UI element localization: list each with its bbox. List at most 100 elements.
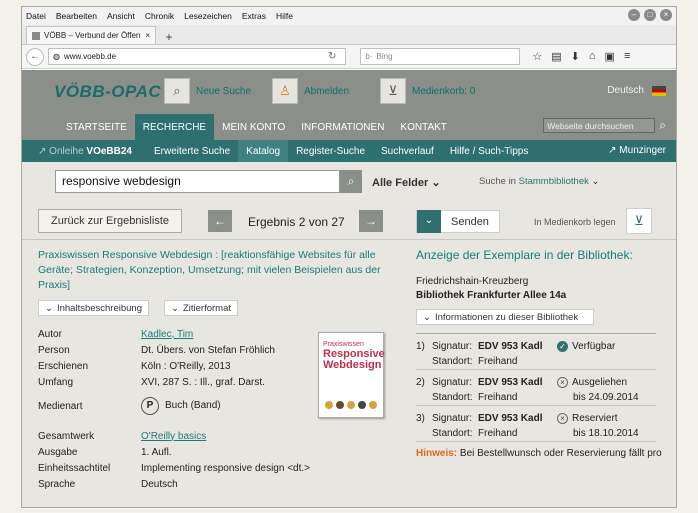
series-link[interactable]: O'Reilly basics (141, 431, 206, 442)
onleihe-prefix: Onleihe (49, 145, 84, 157)
menu-datei[interactable]: Datei (26, 11, 46, 21)
meta-value: XVI, 287 S. : Ill., graf. Darst. (141, 376, 265, 388)
home-icon[interactable]: ⌂ (589, 50, 596, 63)
meta-value: Köln : O'Reilly, 2013 (141, 360, 231, 372)
cite-button[interactable]: ⌄ Zitierformat (164, 300, 239, 316)
clipboard-icon[interactable]: ▤ (551, 50, 561, 63)
status-text: Reserviert (572, 413, 618, 424)
signature-value: EDV 953 Kadl (478, 341, 543, 352)
menu-extras[interactable]: Extras (242, 11, 266, 21)
copy-row: 2) Signatur: Standort: EDV 953 Kadl Frei… (416, 370, 656, 406)
add-to-cart-basket-icon[interactable]: ⊻ (626, 208, 652, 234)
search-scope-dropdown[interactable]: Suche in Stammbibliothek ⌄ (479, 176, 599, 187)
menu-hilfe[interactable]: Hilfe (276, 11, 293, 21)
minimize-icon[interactable]: – (628, 9, 640, 21)
cart-button[interactable]: ⊻ Medienkorb: 0 (380, 78, 475, 104)
cover-line3: Webdesign (323, 359, 382, 371)
district-label: Friedrichshain-Kreuzberg (416, 276, 529, 287)
status-text: Ausgeliehen (572, 377, 628, 388)
branch-info: Friedrichshain-Kreuzberg Bibliothek Fran… (416, 276, 656, 301)
search-row: responsive webdesign ⌕ Alle Felder ⌄ Suc… (22, 162, 676, 204)
menu-lesezeichen[interactable]: Lesezeichen (184, 11, 232, 21)
new-search-button[interactable]: ⌕ Neue Suche (164, 78, 251, 104)
sub-nav: ↗ Onleihe VOeBB24 Erweiterte Suche Katal… (22, 140, 676, 162)
fields-dropdown[interactable]: Alle Felder ⌄ (372, 176, 441, 189)
nav-mein-konto[interactable]: MEIN KONTO (214, 114, 293, 140)
tab-erweiterte-suche[interactable]: Erweiterte Suche (146, 140, 238, 162)
next-result-icon[interactable]: → (359, 210, 383, 232)
status-date: bis 18.10.2014 (573, 428, 639, 439)
tab-hilfe[interactable]: Hilfe / Such-Tipps (442, 140, 537, 162)
meta-row: Person Dt. Übers. von Stefan Fröhlich (38, 342, 310, 358)
tab-close-icon[interactable]: × (145, 31, 150, 40)
meta-value: 1. Aufl. (141, 446, 172, 458)
record-meta: Autor Kadlec, Tim Person Dt. Übers. von St… (38, 326, 310, 492)
nav-startseite[interactable]: STARTSEITE (58, 114, 135, 140)
download-icon[interactable]: ⬇ (571, 50, 580, 63)
copy-number: 2) (416, 377, 425, 388)
meta-row: Sprache Deutsch (38, 476, 310, 492)
library-info-label: Informationen zu dieser Bibliothek (434, 311, 579, 323)
logout-button[interactable]: ♙ Abmelden (272, 78, 349, 104)
onleihe-link[interactable]: ↗ Onleihe VOeBB24 (38, 146, 132, 157)
chevron-down-icon: ⌄ (171, 302, 179, 314)
browser-search-input[interactable]: b· Bing (360, 48, 521, 65)
send-button[interactable]: ⌄ Senden (416, 210, 500, 233)
chevron-down-icon: ⌄ (45, 302, 53, 314)
language-selector[interactable]: Deutsch (607, 85, 666, 96)
location-value: Freihand (478, 428, 518, 439)
cite-label: Zitierformat (182, 302, 232, 314)
menu-ansicht[interactable]: Ansicht (107, 11, 135, 21)
record-title[interactable]: Praxiswissen Responsive Webdesign : [rea… (38, 248, 383, 293)
location-label: Standort: (432, 428, 473, 439)
prev-result-icon[interactable]: ← (208, 210, 232, 232)
catalog-search-input[interactable]: responsive webdesign (55, 170, 340, 193)
record-content: Praxiswissen Responsive Webdesign : [rea… (22, 240, 676, 490)
menu-chronik[interactable]: Chronik (145, 11, 174, 21)
hamburger-menu-icon[interactable]: ≡ (624, 50, 630, 63)
copy-row: 1) Signatur: Standort: EDV 953 Kadl Frei… (416, 334, 656, 370)
description-label: Inhaltsbeschreibung (56, 302, 143, 314)
description-button[interactable]: ⌄ Inhaltsbeschreibung (38, 300, 150, 316)
site-logo[interactable]: VÖBB-OPAC (54, 82, 161, 102)
meta-key: Gesamtwerk (38, 430, 95, 442)
magnifier-icon: ⌕ (164, 78, 190, 104)
url-bar[interactable]: ◍ www.voebb.de (48, 48, 346, 65)
meta-key: Umfang (38, 376, 74, 388)
back-icon[interactable]: ← (26, 47, 44, 66)
back-to-results-button[interactable]: Zurück zur Ergebnisliste (38, 209, 182, 233)
signature-label: Signatur: (432, 413, 473, 424)
tab-katalog[interactable]: Katalog (238, 140, 289, 162)
user-icon: ♙ (272, 78, 298, 104)
nav-recherche[interactable]: RECHERCHE (134, 114, 215, 140)
window-controls: – □ × (628, 9, 672, 21)
reload-icon[interactable]: ↻ (328, 51, 336, 62)
nav-kontakt[interactable]: KONTAKT (392, 114, 454, 140)
book-cover[interactable]: Praxiswissen Responsive Webdesign (318, 332, 385, 418)
tab-suchverlauf[interactable]: Suchverlauf (373, 140, 442, 162)
nav-bar: ← ◍ www.voebb.de ↻ b· Bing ☆ ▤ ⬇ ⌂ ▣ ≡ (22, 45, 676, 69)
catalog-search-icon[interactable]: ⌕ (340, 170, 362, 193)
favicon-icon (32, 31, 40, 40)
nav-informationen[interactable]: INFORMATIONEN (293, 114, 392, 140)
bookmark-star-icon[interactable]: ☆ (532, 50, 542, 63)
image-icon[interactable]: ▣ (605, 50, 615, 63)
munzinger-link[interactable]: ↗ Munzinger (608, 145, 666, 156)
branch-name: Bibliothek Frankfurter Allee 14a (416, 290, 567, 301)
browser-tab[interactable]: VÖBB – Verbund der Öffent… × (26, 26, 156, 44)
library-info-button[interactable]: ⌄ Informationen zu dieser Bibliothek (416, 309, 594, 325)
close-icon[interactable]: × (660, 9, 672, 21)
tab-register-suche[interactable]: Register-Suche (288, 140, 373, 162)
maximize-icon[interactable]: □ (644, 9, 656, 21)
check-icon: ✓ (557, 341, 568, 352)
meta-row: Medienart P Buch (Band) (38, 394, 310, 418)
author-link[interactable]: Kadlec, Tim (141, 329, 193, 340)
site-search-input[interactable]: Webseite durchsuchen (543, 118, 656, 133)
chevron-down-icon: ⌄ (417, 210, 441, 233)
menu-bearbeiten[interactable]: Bearbeiten (56, 11, 97, 21)
search-in-value: Stammbibliothek (518, 176, 589, 187)
new-tab-icon[interactable]: + (160, 30, 178, 44)
meta-row: Umfang XVI, 287 S. : Ill., graf. Darst. (38, 374, 310, 390)
search-icon[interactable]: ⌕ (659, 118, 666, 133)
meta-value: Dt. Übers. von Stefan Fröhlich (141, 344, 275, 356)
